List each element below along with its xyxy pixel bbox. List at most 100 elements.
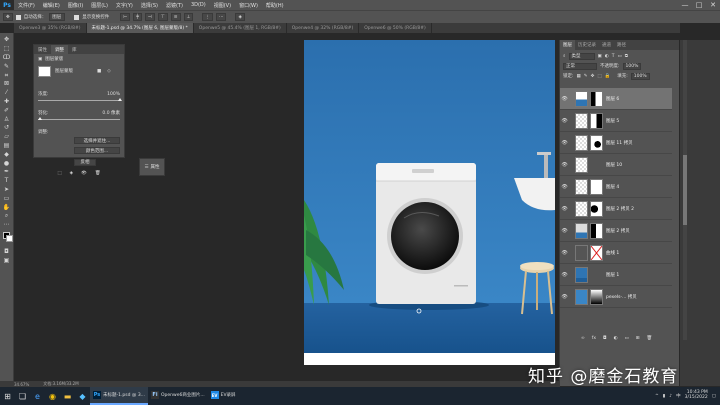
align-right-icon[interactable]: ⊣ [144,13,155,21]
hand-tool-icon[interactable]: ✋ [2,203,12,212]
color-range-button[interactable]: 颜色范围... [74,147,120,154]
layer-row[interactable]: 👁 图层 1 [560,264,672,286]
folder-icon[interactable]: ▭ [625,336,629,341]
rectangle-tool-icon[interactable]: ▭ [2,194,12,203]
tab-adjustments[interactable]: 调整 [51,45,68,54]
filter-pixel-icon[interactable]: ▣ [598,54,602,59]
lock-artboard-icon[interactable]: ⬚ [597,74,601,79]
layer-row[interactable]: 👁 图层 2 拷贝 [560,220,672,242]
menu-file[interactable]: 文件(F) [14,2,39,9]
type-tool-icon[interactable]: T [2,177,12,186]
menu-layer[interactable]: 图层(L) [87,2,112,9]
layer-mask-thumbnail[interactable] [590,134,603,151]
volume-icon[interactable]: ♪ [669,394,672,399]
windows-start-icon[interactable]: ⊞ [0,387,15,405]
layers-scrollbar[interactable] [683,40,687,340]
density-slider-knob[interactable] [118,98,122,101]
taskbar-app-photoshop[interactable]: Ps 未标题-1.psd @ 3... [90,387,148,405]
crop-tool-icon[interactable]: ⌗ [2,71,12,80]
toggle-mask-icon[interactable]: 👁 [81,171,87,176]
layer-row[interactable]: 👁 图层 5 [560,110,672,132]
document-canvas[interactable] [304,40,555,365]
marquee-tool-icon[interactable]: ⬚ [2,45,12,54]
new-layer-icon[interactable]: ⊞ [636,336,640,341]
visibility-eye-icon[interactable]: 👁 [560,140,569,146]
distribute-icon[interactable]: ⋮ [202,13,213,21]
tab-channels[interactable]: 通道 [599,40,614,50]
visibility-eye-icon[interactable]: 👁 [560,162,569,168]
pixel-mask-icon[interactable]: ■ [97,69,101,74]
align-bottom-icon[interactable]: ⊥ [183,13,194,21]
layer-row[interactable]: 👁 pexels-... 拷贝 [560,286,672,308]
quick-mask-icon[interactable]: ◘ [2,248,12,257]
app-icon[interactable]: ◆ [75,387,90,405]
tab-history[interactable]: 历史记录 [575,40,599,50]
pen-tool-icon[interactable]: ✒ [2,168,12,177]
menu-select[interactable]: 选择(S) [137,2,162,9]
visibility-eye-icon[interactable]: 👁 [560,206,569,212]
feather-slider[interactable] [38,117,120,120]
maximize-button[interactable]: □ [692,0,706,10]
vector-mask-icon[interactable]: ◇ [107,69,110,74]
visibility-eye-icon[interactable]: 👁 [560,272,569,278]
density-slider[interactable] [38,98,122,101]
3d-mode-icon[interactable]: ◈ [235,13,245,21]
gradient-tool-icon[interactable]: ▤ [2,142,12,151]
menu-view[interactable]: 视图(V) [210,2,235,9]
dodge-tool-icon[interactable]: ● [2,159,12,168]
input-language[interactable]: 中 [676,393,681,399]
doc-tab[interactable]: Openwe5 @ 45.4% (图层 1, RGB/8#) [194,23,287,33]
clock[interactable]: 10:43 PM 3/15/2022 [685,390,708,401]
more-tools-icon[interactable]: ⋯ [2,221,12,230]
task-view-icon[interactable]: ❏ [15,387,30,405]
doc-tab[interactable]: Openwe6 @ 50% (RGB/8#) [359,23,432,33]
scrollbar-thumb[interactable] [683,155,687,225]
trash-icon[interactable]: 🗑 [647,336,653,341]
taskbar-app-ev[interactable]: EV EV录屏 [208,387,239,405]
tab-properties[interactable]: 属性 [34,45,51,54]
layer-row[interactable]: 👁 图层 2 拷贝 2 [560,198,672,220]
layer-mask-thumbnail[interactable] [590,178,603,195]
tab-layers[interactable]: 图层 [560,40,575,50]
filter-adjust-icon[interactable]: ◐ [605,54,609,59]
lock-move-icon[interactable]: ✥ [591,74,595,79]
delete-mask-icon[interactable]: 🗑 [95,171,101,176]
taskbar-app-browser[interactable]: Fi Openwe6商业图片... [148,387,208,405]
ie-icon[interactable]: e [30,387,45,405]
tab-libraries[interactable]: 库 [68,45,81,54]
filter-shape-icon[interactable]: ▭ [617,54,621,59]
distribute-h-icon[interactable]: ⋯ [215,13,227,21]
layer-mask-thumbnail[interactable] [590,112,603,129]
menu-image[interactable]: 图像(I) [64,2,87,9]
doc-tab[interactable]: Openwe4 @ 32% (RGB/8#) [287,23,360,33]
chrome-icon[interactable]: ◉ [45,387,60,405]
doc-tab[interactable]: Openwe3 @ 35% (RGB/8#) [14,23,87,33]
zoom-tool-icon[interactable]: ⌕ [2,212,12,221]
blend-mode-dropdown[interactable]: 正常 [563,62,597,70]
close-button[interactable]: ✕ [706,0,720,10]
move-tool-icon[interactable]: ✥ [3,13,13,21]
tab-paths[interactable]: 路径 [614,40,629,50]
select-and-mask-button[interactable]: 选择并遮住... [74,137,120,144]
menu-type[interactable]: 文字(Y) [112,2,137,9]
lasso-tool-icon[interactable]: ↀ [2,54,12,63]
visibility-eye-icon[interactable]: 👁 [560,96,569,102]
menu-filter[interactable]: 滤镜(T) [162,2,187,9]
menu-help[interactable]: 帮助(H) [262,2,288,9]
visibility-eye-icon[interactable]: 👁 [560,250,569,256]
layer-mask-thumbnail[interactable] [590,244,603,261]
feather-value[interactable]: 0.0 像素 [102,110,120,116]
menu-edit[interactable]: 编辑(E) [39,2,64,9]
minimize-button[interactable]: — [678,0,692,10]
kind-filter-dropdown[interactable]: 类型 [568,52,595,60]
layer-mask-thumbnail[interactable] [590,200,603,217]
collapsed-panel-chip[interactable]: ☰ 属性 [139,158,165,176]
align-center-icon[interactable]: ╪ [133,13,142,21]
layer-mask-thumbnail[interactable] [590,288,603,305]
brush-tool-icon[interactable]: ✐ [2,106,12,115]
clone-stamp-icon[interactable]: ♙ [2,115,12,124]
notifications-icon[interactable]: ▢ [712,394,716,399]
layer-row[interactable]: 👁 图层 4 [560,176,672,198]
network-icon[interactable]: ▮ [663,394,665,399]
adjustment-icon[interactable]: ◐ [614,336,618,341]
